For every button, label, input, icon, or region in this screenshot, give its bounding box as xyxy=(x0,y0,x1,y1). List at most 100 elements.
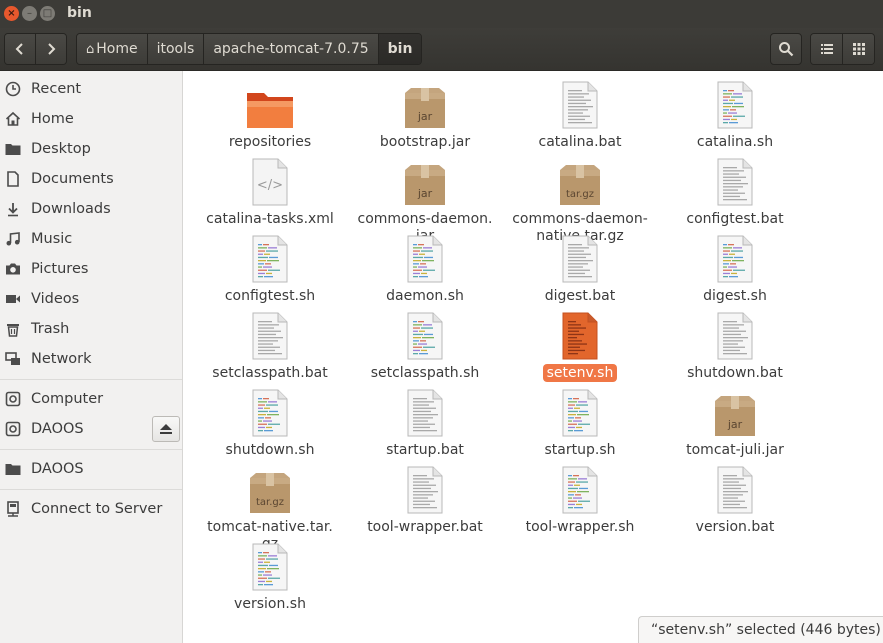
sidebar-divider xyxy=(0,449,182,450)
script-file-icon xyxy=(561,389,599,441)
archive-icon: jar xyxy=(403,87,447,133)
sidebar-item-computer[interactable]: Computer xyxy=(0,384,182,414)
close-window-button[interactable]: × xyxy=(4,6,19,21)
file-name: shutdown.sh xyxy=(225,442,315,458)
file-item-tomcat-native-tar-gz[interactable]: tar.gztomcat-native.tar.gz xyxy=(195,464,345,552)
file-item-bootstrap-jar[interactable]: jar bootstrap.jar xyxy=(350,79,500,153)
back-button[interactable] xyxy=(5,34,35,64)
file-item-daemon-sh[interactable]: daemon.sh xyxy=(350,233,500,307)
list-view-button[interactable] xyxy=(811,34,842,64)
file-name: repositories xyxy=(228,134,312,150)
breadcrumb-bin[interactable]: bin xyxy=(377,34,422,64)
sidebar-item-label: Videos xyxy=(31,291,80,307)
file-item-commons-daemon-native-tar-gz[interactable]: tar.gzcommons-daemon-native.tar.gz xyxy=(505,156,655,244)
file-item-catalina-bat[interactable]: catalina.bat xyxy=(505,79,655,153)
eject-button[interactable] xyxy=(152,416,180,442)
file-item-shutdown-sh[interactable]: shutdown.sh xyxy=(195,387,345,461)
script-file-icon xyxy=(561,312,599,364)
svg-text:</>: </> xyxy=(257,178,283,193)
folder-icon xyxy=(5,141,21,157)
drive-icon xyxy=(5,391,21,407)
sidebar-item-home[interactable]: Home xyxy=(0,104,182,134)
music-icon xyxy=(5,231,21,247)
file-name: daemon.sh xyxy=(386,288,464,304)
breadcrumb-home[interactable]: ⌂ Home xyxy=(77,34,147,64)
sidebar-item-label: Computer xyxy=(31,391,104,407)
sidebar-item-label: Desktop xyxy=(31,141,91,157)
search-button[interactable] xyxy=(770,33,802,65)
script-file-icon xyxy=(561,466,599,518)
text-file-icon xyxy=(716,312,754,364)
file-name: setclasspath.bat xyxy=(212,365,328,381)
sidebar-item-label: Downloads xyxy=(31,201,111,217)
sidebar-item-desktop[interactable]: Desktop xyxy=(0,134,182,164)
file-item-setclasspath-bat[interactable]: setclasspath.bat xyxy=(195,310,345,384)
network-icon xyxy=(5,351,21,367)
sidebar-item-network[interactable]: Network xyxy=(0,344,182,374)
sidebar-item-daoos-folder[interactable]: DAOOS xyxy=(0,454,182,484)
script-file-icon xyxy=(716,81,754,133)
sidebar-item-pictures[interactable]: Pictures xyxy=(0,254,182,284)
file-item-configtest-sh[interactable]: configtest.sh xyxy=(195,233,345,307)
file-name: setenv.sh xyxy=(505,364,655,382)
clock-icon xyxy=(5,81,21,97)
file-name: catalina.bat xyxy=(538,134,622,150)
sidebar-item-documents[interactable]: Documents xyxy=(0,164,182,194)
file-item-setclasspath-sh[interactable]: setclasspath.sh xyxy=(350,310,500,384)
forward-button[interactable] xyxy=(35,34,66,64)
sidebar-item-connect-to-server[interactable]: Connect to Server xyxy=(0,494,182,524)
file-name: catalina-tasks.xml xyxy=(206,211,334,227)
file-name: startup.sh xyxy=(544,442,616,458)
script-file-icon xyxy=(251,543,289,595)
sidebar-item-trash[interactable]: Trash xyxy=(0,314,182,344)
file-item-setenv-sh[interactable]: setenv.sh xyxy=(505,310,655,384)
file-name: shutdown.bat xyxy=(687,365,783,381)
minimize-window-button[interactable]: – xyxy=(22,6,37,21)
file-name: digest.sh xyxy=(703,288,767,304)
text-file-icon xyxy=(716,158,754,210)
file-item-startup-bat[interactable]: startup.bat xyxy=(350,387,500,461)
script-file-icon xyxy=(251,389,289,441)
text-file-icon xyxy=(406,389,444,441)
document-icon xyxy=(5,171,21,187)
file-item-repositories[interactable]: repositories xyxy=(195,79,345,153)
sidebar-item-recent[interactable]: Recent xyxy=(0,74,182,104)
sidebar: Recent Home Desktop Documents Downloads … xyxy=(0,71,183,643)
script-file-icon xyxy=(716,235,754,287)
file-item-tool-wrapper-sh[interactable]: tool-wrapper.sh xyxy=(505,464,655,538)
server-icon xyxy=(5,501,21,517)
file-item-commons-daemon-jar[interactable]: jarcommons-daemon.jar xyxy=(350,156,500,244)
sidebar-item-label: DAOOS xyxy=(31,421,84,437)
sidebar-item-videos[interactable]: Videos xyxy=(0,284,182,314)
sidebar-item-label: Recent xyxy=(31,81,82,97)
list-view-icon xyxy=(820,44,833,54)
text-file-icon xyxy=(251,312,289,364)
file-item-digest-bat[interactable]: digest.bat xyxy=(505,233,655,307)
sidebar-item-downloads[interactable]: Downloads xyxy=(0,194,182,224)
forward-arrow-icon xyxy=(48,43,56,55)
file-name: configtest.sh xyxy=(224,288,316,304)
file-name: version.bat xyxy=(695,519,775,535)
maximize-window-button[interactable]: □ xyxy=(40,6,55,21)
file-item-catalina-tasks-xml[interactable]: </> catalina-tasks.xml xyxy=(195,156,345,230)
grid-view-button[interactable] xyxy=(842,34,874,64)
archive-icon: tar.gz xyxy=(248,472,292,518)
sidebar-item-music[interactable]: Music xyxy=(0,224,182,254)
file-item-tool-wrapper-bat[interactable]: tool-wrapper.bat xyxy=(350,464,500,538)
file-item-startup-sh[interactable]: startup.sh xyxy=(505,387,655,461)
file-item-tomcat-juli-jar[interactable]: jar tomcat-juli.jar xyxy=(660,387,810,461)
file-item-digest-sh[interactable]: digest.sh xyxy=(660,233,810,307)
file-item-configtest-bat[interactable]: configtest.bat xyxy=(660,156,810,230)
breadcrumb-itools[interactable]: itools xyxy=(146,34,204,64)
file-item-version-bat[interactable]: version.bat xyxy=(660,464,810,538)
sidebar-item-label: Documents xyxy=(31,171,114,187)
file-item-version-sh[interactable]: version.sh xyxy=(195,541,345,615)
file-item-shutdown-bat[interactable]: shutdown.bat xyxy=(660,310,810,384)
breadcrumb-apache-tomcat[interactable]: apache-tomcat-7.0.75 xyxy=(203,34,378,64)
file-name: tool-wrapper.sh xyxy=(525,519,635,535)
sidebar-item-daoos-drive[interactable]: DAOOS xyxy=(0,414,150,444)
sidebar-item-label: Trash xyxy=(31,321,70,337)
file-grid: repositories jar bootstrap.jar catalina.b… xyxy=(183,71,883,643)
file-item-catalina-sh[interactable]: catalina.sh xyxy=(660,79,810,153)
video-icon xyxy=(5,291,21,307)
